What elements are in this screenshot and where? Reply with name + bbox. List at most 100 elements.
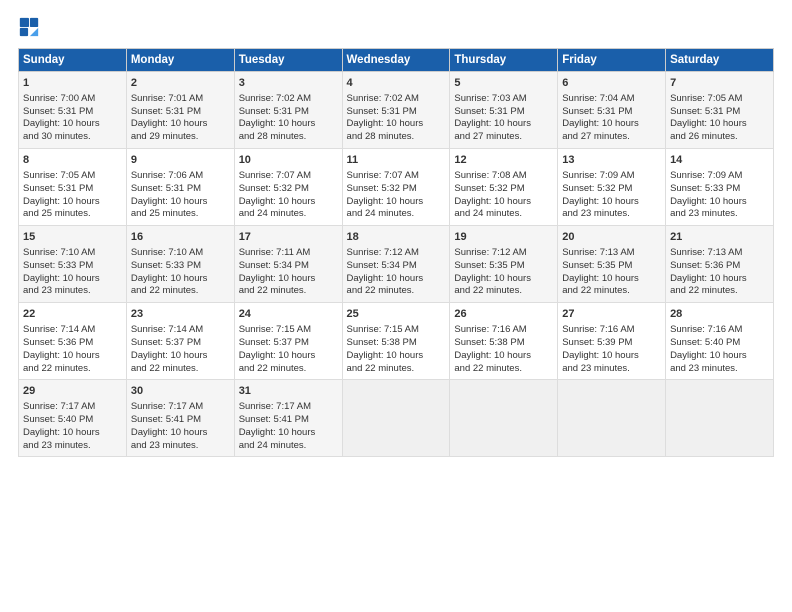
day-info-line: and 23 minutes. [562, 208, 661, 221]
day-info-line: Sunset: 5:40 PM [23, 414, 122, 427]
day-cell [450, 380, 558, 457]
day-info-line: Daylight: 10 hours [454, 350, 553, 363]
day-info-line: Sunrise: 7:06 AM [131, 170, 230, 183]
day-number: 30 [131, 384, 230, 399]
day-cell: 5Sunrise: 7:03 AMSunset: 5:31 PMDaylight… [450, 72, 558, 149]
day-cell [558, 380, 666, 457]
day-info-line: Sunset: 5:34 PM [239, 260, 338, 273]
day-number: 16 [131, 230, 230, 245]
col-header-thursday: Thursday [450, 49, 558, 72]
day-number: 5 [454, 76, 553, 91]
day-number: 20 [562, 230, 661, 245]
day-info-line: Sunrise: 7:07 AM [239, 170, 338, 183]
day-cell: 24Sunrise: 7:15 AMSunset: 5:37 PMDayligh… [234, 303, 342, 380]
day-info-line: Sunrise: 7:14 AM [23, 324, 122, 337]
day-number: 13 [562, 153, 661, 168]
day-cell: 31Sunrise: 7:17 AMSunset: 5:41 PMDayligh… [234, 380, 342, 457]
day-cell [666, 380, 774, 457]
day-info-line: Daylight: 10 hours [239, 196, 338, 209]
day-info-line: Sunrise: 7:12 AM [454, 247, 553, 260]
day-info-line: Sunset: 5:33 PM [670, 183, 769, 196]
day-info-line: Sunset: 5:31 PM [23, 183, 122, 196]
day-number: 10 [239, 153, 338, 168]
day-cell: 6Sunrise: 7:04 AMSunset: 5:31 PMDaylight… [558, 72, 666, 149]
day-info-line: Sunrise: 7:15 AM [347, 324, 446, 337]
day-info-line: Sunset: 5:40 PM [670, 337, 769, 350]
day-info-line: and 22 minutes. [131, 285, 230, 298]
day-info-line: and 25 minutes. [131, 208, 230, 221]
day-info-line: Sunset: 5:41 PM [239, 414, 338, 427]
day-cell: 2Sunrise: 7:01 AMSunset: 5:31 PMDaylight… [126, 72, 234, 149]
day-info-line: Sunset: 5:35 PM [454, 260, 553, 273]
day-info-line: and 22 minutes. [131, 363, 230, 376]
day-info-line: Sunrise: 7:14 AM [131, 324, 230, 337]
day-info-line: and 22 minutes. [670, 285, 769, 298]
col-header-wednesday: Wednesday [342, 49, 450, 72]
day-cell: 23Sunrise: 7:14 AMSunset: 5:37 PMDayligh… [126, 303, 234, 380]
day-info-line: and 24 minutes. [454, 208, 553, 221]
day-info-line: Sunrise: 7:03 AM [454, 93, 553, 106]
day-info-line: and 28 minutes. [347, 131, 446, 144]
day-info-line: Sunrise: 7:00 AM [23, 93, 122, 106]
day-cell: 11Sunrise: 7:07 AMSunset: 5:32 PMDayligh… [342, 149, 450, 226]
day-info-line: Daylight: 10 hours [23, 196, 122, 209]
day-info-line: and 24 minutes. [239, 440, 338, 453]
day-info-line: Sunrise: 7:01 AM [131, 93, 230, 106]
day-info-line: Daylight: 10 hours [562, 196, 661, 209]
day-info-line: and 30 minutes. [23, 131, 122, 144]
week-row-2: 8Sunrise: 7:05 AMSunset: 5:31 PMDaylight… [19, 149, 774, 226]
day-info-line: Sunrise: 7:16 AM [454, 324, 553, 337]
day-info-line: Daylight: 10 hours [562, 350, 661, 363]
col-header-saturday: Saturday [666, 49, 774, 72]
day-info-line: and 27 minutes. [562, 131, 661, 144]
day-info-line: Sunrise: 7:09 AM [562, 170, 661, 183]
day-info-line: Sunset: 5:31 PM [239, 106, 338, 119]
day-info-line: Sunrise: 7:17 AM [23, 401, 122, 414]
day-info-line: and 22 minutes. [239, 285, 338, 298]
day-number: 6 [562, 76, 661, 91]
day-info-line: Sunrise: 7:13 AM [562, 247, 661, 260]
day-cell: 12Sunrise: 7:08 AMSunset: 5:32 PMDayligh… [450, 149, 558, 226]
day-number: 7 [670, 76, 769, 91]
day-number: 15 [23, 230, 122, 245]
day-info-line: Daylight: 10 hours [131, 427, 230, 440]
day-info-line: Sunset: 5:41 PM [131, 414, 230, 427]
day-info-line: Daylight: 10 hours [131, 196, 230, 209]
day-info-line: Daylight: 10 hours [670, 350, 769, 363]
col-header-friday: Friday [558, 49, 666, 72]
day-info-line: Sunrise: 7:08 AM [454, 170, 553, 183]
day-cell: 9Sunrise: 7:06 AMSunset: 5:31 PMDaylight… [126, 149, 234, 226]
day-info-line: and 23 minutes. [23, 285, 122, 298]
day-info-line: and 22 minutes. [23, 363, 122, 376]
day-number: 28 [670, 307, 769, 322]
day-info-line: Daylight: 10 hours [347, 350, 446, 363]
day-cell: 3Sunrise: 7:02 AMSunset: 5:31 PMDaylight… [234, 72, 342, 149]
day-info-line: Daylight: 10 hours [239, 118, 338, 131]
day-cell: 16Sunrise: 7:10 AMSunset: 5:33 PMDayligh… [126, 226, 234, 303]
day-info-line: Daylight: 10 hours [454, 118, 553, 131]
day-cell: 18Sunrise: 7:12 AMSunset: 5:34 PMDayligh… [342, 226, 450, 303]
header-row: SundayMondayTuesdayWednesdayThursdayFrid… [19, 49, 774, 72]
day-cell: 28Sunrise: 7:16 AMSunset: 5:40 PMDayligh… [666, 303, 774, 380]
day-number: 1 [23, 76, 122, 91]
day-info-line: Daylight: 10 hours [347, 118, 446, 131]
day-info-line: Daylight: 10 hours [23, 118, 122, 131]
day-number: 25 [347, 307, 446, 322]
day-cell: 4Sunrise: 7:02 AMSunset: 5:31 PMDaylight… [342, 72, 450, 149]
day-cell: 1Sunrise: 7:00 AMSunset: 5:31 PMDaylight… [19, 72, 127, 149]
day-info-line: and 22 minutes. [562, 285, 661, 298]
day-number: 11 [347, 153, 446, 168]
day-cell: 22Sunrise: 7:14 AMSunset: 5:36 PMDayligh… [19, 303, 127, 380]
day-cell: 19Sunrise: 7:12 AMSunset: 5:35 PMDayligh… [450, 226, 558, 303]
day-info-line: Sunset: 5:36 PM [670, 260, 769, 273]
day-cell: 15Sunrise: 7:10 AMSunset: 5:33 PMDayligh… [19, 226, 127, 303]
day-cell: 8Sunrise: 7:05 AMSunset: 5:31 PMDaylight… [19, 149, 127, 226]
calendar-page: SundayMondayTuesdayWednesdayThursdayFrid… [0, 0, 792, 612]
day-info-line: Sunrise: 7:07 AM [347, 170, 446, 183]
day-info-line: Sunset: 5:39 PM [562, 337, 661, 350]
day-info-line: Daylight: 10 hours [239, 427, 338, 440]
day-info-line: and 23 minutes. [670, 208, 769, 221]
day-info-line: Sunset: 5:35 PM [562, 260, 661, 273]
day-info-line: Sunset: 5:33 PM [23, 260, 122, 273]
day-cell: 7Sunrise: 7:05 AMSunset: 5:31 PMDaylight… [666, 72, 774, 149]
